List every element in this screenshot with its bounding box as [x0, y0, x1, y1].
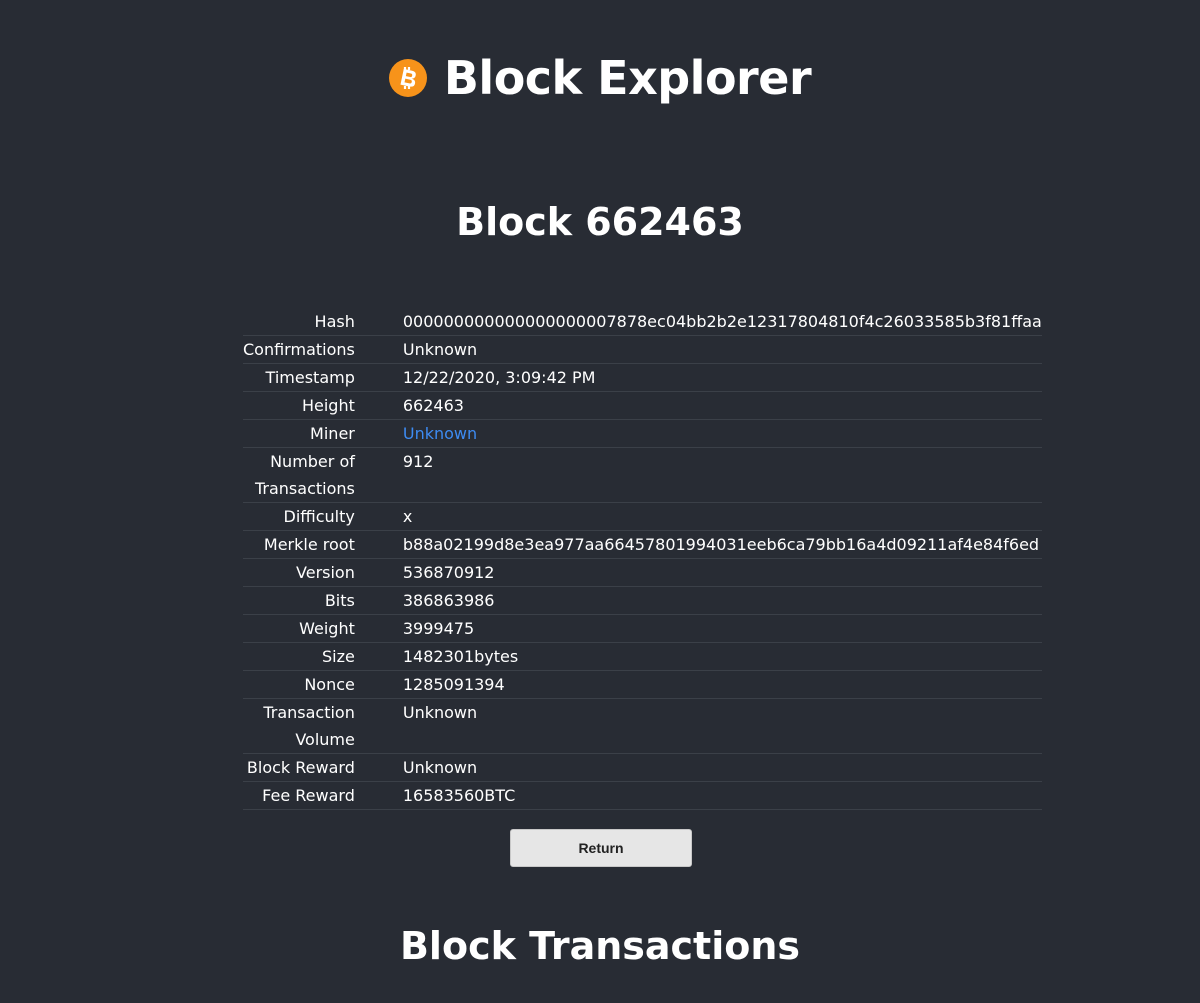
detail-label: Fee Reward — [243, 781, 403, 810]
detail-value-height: 662463 — [402, 391, 1042, 420]
detail-row-weight: Weight 3999475 — [243, 614, 1042, 643]
block-title: Block 662463 — [456, 200, 744, 244]
app-root: Block Explorer Block 662463 Hash 0000000… — [0, 0, 1200, 1003]
bitcoin-icon — [388, 59, 427, 97]
block-details-table: Hash 000000000000000000007878ec04bb2b2e1… — [243, 307, 1042, 810]
detail-row-confirmations: Confirmations Unknown — [243, 335, 1042, 364]
detail-row-bits: Bits 386863986 — [243, 586, 1042, 615]
detail-label: Transaction Volume — [243, 698, 403, 754]
detail-label: Size — [243, 642, 403, 671]
detail-row-hash: Hash 000000000000000000007878ec04bb2b2e1… — [243, 307, 1042, 336]
detail-label: Block Reward — [243, 753, 403, 782]
detail-value-version: 536870912 — [402, 558, 1042, 587]
detail-label: Difficulty — [243, 502, 403, 531]
detail-value-block-reward: Unknown — [402, 753, 1042, 782]
detail-value-hash: 000000000000000000007878ec04bb2b2e123178… — [402, 307, 1042, 336]
detail-value-timestamp: 12/22/2020, 3:09:42 PM — [402, 363, 1042, 392]
block-transactions-title: Block Transactions — [399, 924, 801, 968]
detail-value-fee-reward: 16583560BTC — [402, 781, 1042, 810]
detail-row-height: Height 662463 — [243, 391, 1042, 420]
detail-row-transaction-volume: Transaction Volume Unknown — [243, 698, 1042, 754]
detail-value-miner: Unknown — [402, 419, 1042, 448]
detail-label: Hash — [243, 307, 403, 336]
detail-row-num-transactions: Number of Transactions 912 — [243, 447, 1042, 503]
detail-value-merkle-root: b88a02199d8e3ea977aa66457801994031eeb6ca… — [402, 530, 1042, 559]
detail-label: Confirmations — [243, 335, 403, 364]
detail-label: Height — [243, 391, 403, 420]
detail-value-size: 1482301bytes — [402, 642, 1042, 671]
detail-row-difficulty: Difficulty x — [243, 502, 1042, 531]
detail-label: Version — [243, 558, 403, 587]
detail-value-bits: 386863986 — [402, 586, 1042, 615]
detail-row-version: Version 536870912 — [243, 558, 1042, 587]
detail-label: Merkle root — [243, 530, 403, 559]
detail-label: Bits — [243, 586, 403, 615]
detail-row-merkle-root: Merkle root b88a02199d8e3ea977aa66457801… — [243, 530, 1042, 559]
detail-label: Number of Transactions — [243, 447, 403, 503]
detail-value-num-transactions: 912 — [402, 447, 1042, 503]
detail-value-transaction-volume: Unknown — [402, 698, 1042, 754]
miner-link[interactable]: Unknown — [403, 424, 477, 443]
detail-row-block-reward: Block Reward Unknown — [243, 753, 1042, 782]
site-title: Block Explorer — [443, 51, 812, 105]
detail-row-size: Size 1482301bytes — [243, 642, 1042, 671]
detail-row-fee-reward: Fee Reward 16583560BTC — [243, 781, 1042, 810]
detail-label: Timestamp — [243, 363, 403, 392]
detail-value-nonce: 1285091394 — [402, 670, 1042, 699]
detail-row-nonce: Nonce 1285091394 — [243, 670, 1042, 699]
site-header: Block Explorer — [0, 50, 1200, 106]
return-button[interactable]: Return — [510, 829, 692, 867]
detail-label: Nonce — [243, 670, 403, 699]
detail-label: Weight — [243, 614, 403, 643]
detail-label: Miner — [243, 419, 403, 448]
detail-value-difficulty: x — [402, 502, 1042, 531]
detail-row-timestamp: Timestamp 12/22/2020, 3:09:42 PM — [243, 363, 1042, 392]
detail-value-weight: 3999475 — [402, 614, 1042, 643]
detail-value-confirmations: Unknown — [402, 335, 1042, 364]
detail-row-miner: Miner Unknown — [243, 419, 1042, 448]
